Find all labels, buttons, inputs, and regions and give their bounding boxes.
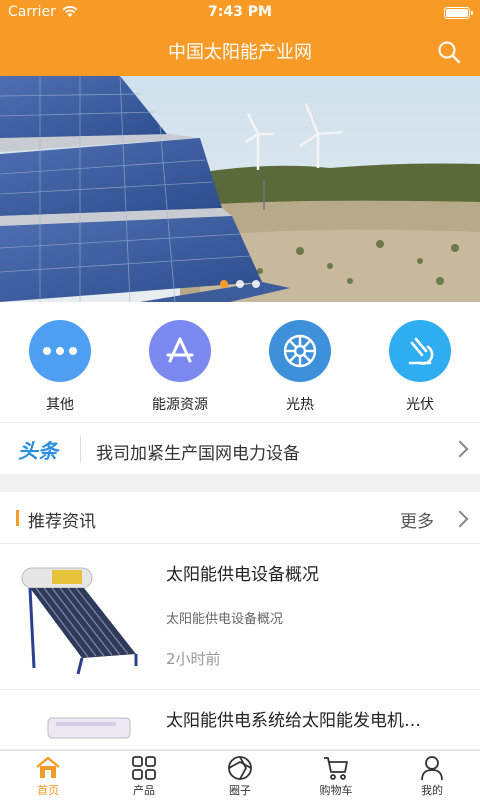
headline-ticker[interactable]: 头条 我司加紧生产国网电力设备 (0, 422, 480, 474)
category-solar-thermal[interactable]: 光热 (240, 302, 360, 422)
news-time: 2小时前 (166, 650, 221, 668)
news-summary: 太阳能供电设备概况 (166, 612, 284, 627)
tab-profile[interactable]: 我的 (384, 751, 480, 800)
more-dots-icon (29, 320, 91, 382)
banner-image (0, 76, 480, 302)
recommended-news-header: 推荐资讯 更多 (0, 492, 480, 544)
headline-text[interactable]: 我司加紧生产国网电力设备 (96, 439, 300, 464)
tab-label: 产品 (133, 784, 155, 797)
search-icon[interactable] (436, 39, 462, 65)
category-photovoltaic[interactable]: 光伏 (360, 302, 480, 422)
tab-home[interactable]: 首页 (0, 751, 96, 800)
carousel-dot[interactable] (252, 280, 260, 288)
chevron-right-icon (451, 440, 469, 458)
more-link[interactable]: 更多 (400, 507, 434, 532)
news-thumbnail (12, 558, 140, 678)
app-store-icon (149, 320, 211, 382)
tab-bar: 首页 产品 圈子 购物车 我的 (0, 750, 480, 800)
category-label: 能源资源 (152, 397, 208, 413)
tab-label: 购物车 (319, 784, 353, 797)
category-energy-resources[interactable]: 能源资源 (120, 302, 240, 422)
tab-products[interactable]: 产品 (96, 751, 192, 800)
category-grid: 其他 能源资源 光热 光伏 (0, 302, 480, 422)
chevron-right-icon[interactable] (451, 510, 469, 528)
home-icon (36, 756, 60, 778)
news-title: 太阳能供电设备概况 (166, 565, 319, 585)
tab-cart[interactable]: 购物车 (288, 751, 384, 800)
tab-circle[interactable]: 圈子 (192, 751, 288, 800)
category-label: 光热 (286, 397, 314, 413)
cart-icon (324, 757, 348, 780)
status-time: 7:43 PM (208, 4, 272, 20)
page-title: 中国太阳能产业网 (168, 42, 312, 63)
carousel-indicator (0, 280, 480, 288)
section-spacer (0, 474, 480, 492)
headline-tag: 头条 (18, 439, 58, 463)
battery-icon (444, 7, 473, 19)
status-bar: Carrier 7:43 PM (0, 0, 480, 26)
wheel-icon (269, 320, 331, 382)
tab-label: 圈子 (229, 784, 251, 797)
carousel-dot[interactable] (220, 280, 228, 288)
news-item[interactable]: 太阳能供电设备概况 太阳能供电设备概况 2小时前 (0, 544, 480, 690)
navigation-bar: 中国太阳能产业网 (0, 26, 480, 76)
section-accent-bar (16, 510, 19, 526)
news-item[interactable]: 太阳能供电系统给太阳能发电机… (0, 690, 480, 750)
carousel-dot[interactable] (236, 280, 244, 288)
section-title: 推荐资讯 (28, 512, 96, 532)
microscope-icon (389, 320, 451, 382)
circle-icon (228, 756, 252, 780)
news-title: 太阳能供电系统给太阳能发电机… (166, 711, 421, 731)
grid-icon (132, 756, 156, 780)
tab-label: 我的 (421, 784, 443, 797)
category-other[interactable]: 其他 (0, 302, 120, 422)
user-icon (421, 756, 443, 781)
category-label: 其他 (46, 397, 74, 413)
news-thumbnail (47, 717, 131, 739)
banner-carousel[interactable] (0, 76, 480, 302)
divider (80, 435, 81, 463)
category-label: 光伏 (406, 397, 434, 413)
tab-label: 首页 (37, 784, 59, 797)
